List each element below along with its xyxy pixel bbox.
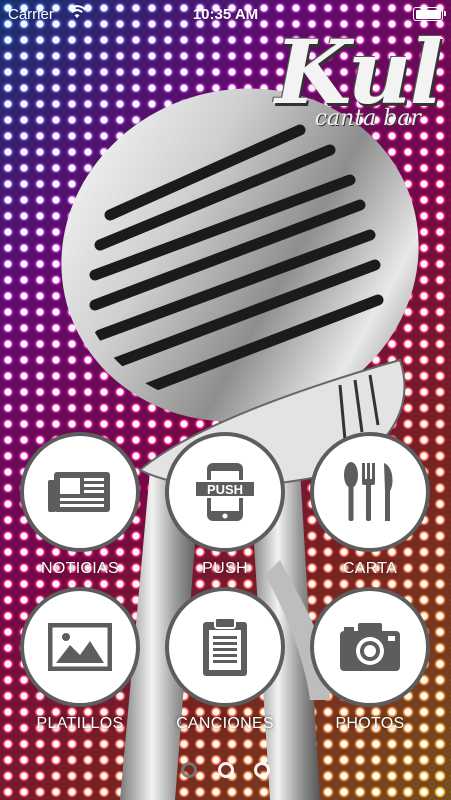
image-icon [48, 623, 112, 671]
platillos-label: PLATILLOS [36, 715, 124, 732]
noticias-label: NOTICIAS [41, 560, 119, 577]
app-screen: Carrier 10:35 AM Kul canta bar NOTICIAS … [0, 0, 451, 800]
photos-button[interactable] [310, 587, 430, 707]
page-dot-1[interactable] [181, 762, 198, 778]
logo-brand: Kul [275, 20, 443, 124]
battery-icon [413, 7, 446, 21]
status-bar: Carrier 10:35 AM [0, 0, 451, 30]
page-dot-2[interactable] [217, 762, 234, 778]
page-dot-3[interactable] [253, 762, 270, 778]
canciones-label: CANCIONES [176, 715, 274, 732]
page-indicator[interactable] [0, 762, 451, 783]
camera-icon [340, 623, 400, 671]
battery-level [415, 9, 441, 19]
menu-item-photos[interactable]: PHOTOS [305, 587, 435, 733]
push-button[interactable]: PUSH [165, 432, 285, 552]
push-phone-icon: PUSH [194, 463, 256, 521]
status-time: 10:35 AM [192, 6, 259, 23]
carta-button[interactable] [310, 432, 430, 552]
menu-item-platillos[interactable]: PLATILLOS [15, 587, 145, 733]
clipboard-list-icon [203, 617, 247, 676]
carta-label: CARTA [342, 560, 398, 577]
menu-item-push[interactable]: PUSH PUSH [160, 432, 290, 578]
cutlery-icon [344, 462, 393, 521]
kul-logo: Kul canta bar [275, 20, 443, 131]
push-label: PUSH [202, 560, 248, 577]
menu-item-canciones[interactable]: CANCIONES [160, 587, 290, 733]
noticias-button[interactable] [20, 432, 140, 552]
newspaper-icon [48, 472, 110, 512]
platillos-button[interactable] [20, 587, 140, 707]
canciones-button[interactable] [165, 587, 285, 707]
photos-label: PHOTOS [335, 715, 405, 732]
menu-item-carta[interactable]: CARTA [305, 432, 435, 578]
menu-item-noticias[interactable]: NOTICIAS [15, 432, 145, 578]
push-icon-text: PUSH [207, 482, 243, 497]
